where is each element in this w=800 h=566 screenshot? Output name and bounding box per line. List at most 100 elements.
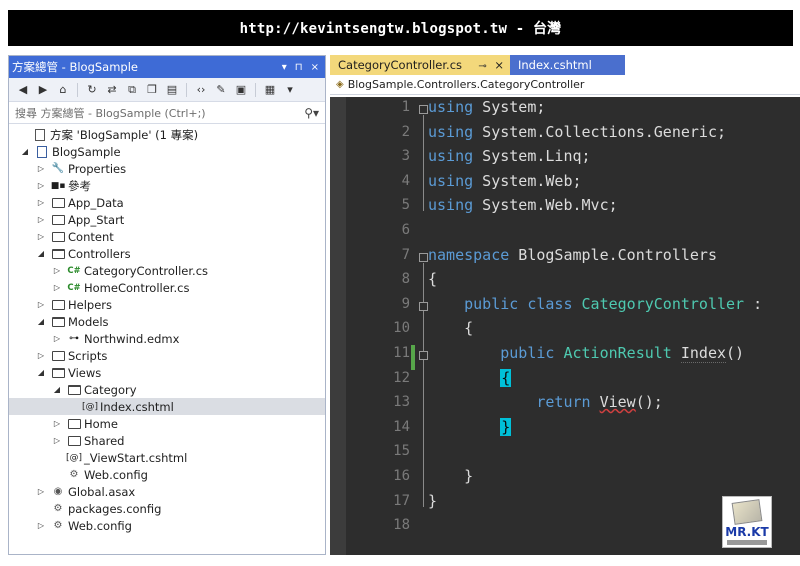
tree-item-label: CategoryController.cs xyxy=(84,263,209,278)
properties-icon[interactable]: ✎ xyxy=(213,82,229,98)
code-line[interactable]: { xyxy=(428,319,473,337)
show-all-icon[interactable]: ❐ xyxy=(144,82,160,98)
tree-item[interactable]: ▷ Home xyxy=(9,415,325,432)
tree-item[interactable]: ◢ BlogSample xyxy=(9,143,325,160)
tree-item-label: HomeController.cs xyxy=(84,280,190,295)
code-line[interactable]: } xyxy=(428,492,437,510)
code-line[interactable]: using System; xyxy=(428,98,545,116)
tree-item[interactable]: ◢ Category xyxy=(9,381,325,398)
tree-item[interactable]: ▷ App_Start xyxy=(9,211,325,228)
expanded-arrow-icon[interactable]: ◢ xyxy=(37,317,45,326)
tree-item[interactable]: ▷ C# CategoryController.cs xyxy=(9,262,325,279)
tree-item[interactable]: ⚙ Web.config xyxy=(9,466,325,483)
code-token: using xyxy=(428,147,474,166)
tree-item[interactable]: ▷ 🔧 Properties xyxy=(9,160,325,177)
tab-close-icon[interactable]: × xyxy=(494,58,504,72)
code-line[interactable]: namespace BlogSample.Controllers xyxy=(428,246,717,264)
code-line[interactable]: } xyxy=(428,417,512,436)
tree-item[interactable]: ▷ Shared xyxy=(9,432,325,449)
collapsed-arrow-icon[interactable]: ▷ xyxy=(53,436,61,445)
mrkt-logo: MR.KT xyxy=(722,496,772,548)
expanded-arrow-icon[interactable]: ◢ xyxy=(53,385,61,394)
code-token: { xyxy=(428,270,438,289)
tree-item[interactable]: [@] Index.cshtml xyxy=(9,398,325,415)
tree-item[interactable]: ▷ Scripts xyxy=(9,347,325,364)
solution-explorer-title-bar[interactable]: 方案總管 - BlogSample ▾ ⊓ × xyxy=(9,56,325,78)
panel-close-icon[interactable]: × xyxy=(311,62,319,73)
tree-item[interactable]: ▷ ◉ Global.asax xyxy=(9,483,325,500)
code-line[interactable]: public ActionResult Index() xyxy=(428,344,744,363)
new-view-icon[interactable]: ▦ xyxy=(262,82,278,98)
tree-item[interactable]: ▷ Helpers xyxy=(9,296,325,313)
home-icon[interactable]: ⌂ xyxy=(55,82,71,98)
code-line[interactable]: { xyxy=(428,368,512,387)
search-input[interactable]: 搜尋 方案總管 - BlogSample (Ctrl+;) xyxy=(15,105,206,121)
code-line[interactable]: using System.Collections.Generic; xyxy=(428,123,726,141)
tree-item[interactable]: ◢ Models xyxy=(9,313,325,330)
code-line[interactable]: using System.Web; xyxy=(428,172,582,190)
collapse-class-icon[interactable] xyxy=(419,301,428,311)
collapsed-arrow-icon[interactable]: ▷ xyxy=(37,521,45,530)
code-token: Index xyxy=(680,344,727,363)
view-designer-icon[interactable]: ▣ xyxy=(233,82,249,98)
collapse-usings-icon[interactable] xyxy=(419,105,428,114)
collapse-namespace-icon[interactable] xyxy=(419,252,428,262)
code-line[interactable]: { xyxy=(428,270,437,288)
panel-pin-icon[interactable]: ⊓ xyxy=(295,62,303,73)
code-token: View xyxy=(599,393,636,412)
collapsed-arrow-icon[interactable]: ▷ xyxy=(53,266,61,275)
code-line[interactable]: } xyxy=(428,467,473,485)
collapsed-arrow-icon[interactable]: ▷ xyxy=(37,300,45,309)
collapsed-arrow-icon[interactable]: ▷ xyxy=(53,334,61,343)
toolbar-overflow-icon[interactable]: ▾ xyxy=(282,82,298,98)
tree-item[interactable]: 方案 'BlogSample' (1 專案) xyxy=(9,126,325,143)
tree-item[interactable]: [@] _ViewStart.cshtml xyxy=(9,449,325,466)
panel-dropdown-icon[interactable]: ▾ xyxy=(282,62,287,73)
collapsed-arrow-icon[interactable]: ▷ xyxy=(37,232,45,241)
tree-item[interactable]: ◢ Controllers xyxy=(9,245,325,262)
tree-item[interactable]: ⚙ packages.config xyxy=(9,500,325,517)
tree-item[interactable]: ▷ Content xyxy=(9,228,325,245)
sync-icon[interactable]: ↻ xyxy=(84,82,100,98)
collapsed-arrow-icon[interactable]: ▷ xyxy=(37,181,45,190)
tab-index-cshtml[interactable]: Index.cshtml xyxy=(510,55,625,75)
collapse-method-icon[interactable] xyxy=(419,351,428,360)
tree-item[interactable]: ▷ App_Data xyxy=(9,194,325,211)
expanded-arrow-icon[interactable]: ◢ xyxy=(37,249,45,258)
collapsed-arrow-icon[interactable]: ▷ xyxy=(37,164,45,173)
tree-item[interactable]: ▷ ■▪ 參考 xyxy=(9,177,325,194)
search-icon[interactable]: ⚲▾ xyxy=(304,106,319,120)
tree-item[interactable]: ▷ ⊶ Northwind.edmx xyxy=(9,330,325,347)
code-area[interactable]: 1 using System; 2 using System.Collections.… xyxy=(330,97,800,555)
toolbar-divider xyxy=(255,82,256,97)
tab-category-controller[interactable]: CategoryController.cs ⊸ × xyxy=(330,55,510,75)
tree-item[interactable]: ◢ Views xyxy=(9,364,325,381)
expanded-arrow-icon[interactable]: ◢ xyxy=(37,368,45,377)
refresh-icon[interactable]: ⇄ xyxy=(104,82,120,98)
code-line[interactable]: public class CategoryController : xyxy=(428,295,762,313)
collapsed-arrow-icon[interactable]: ▷ xyxy=(37,198,45,207)
back-icon[interactable]: ◀ xyxy=(15,82,31,98)
solution-explorer-search[interactable]: 搜尋 方案總管 - BlogSample (Ctrl+;) ⚲▾ xyxy=(9,102,325,124)
code-token: BlogSample.Controllers xyxy=(509,245,717,264)
forward-icon[interactable]: ▶ xyxy=(35,82,51,98)
collapsed-arrow-icon[interactable]: ▷ xyxy=(37,487,45,496)
navigation-bar[interactable]: ◈ BlogSample.Controllers.CategoryControl… xyxy=(330,75,800,95)
tree-item[interactable]: ▷ ⚙ Web.config xyxy=(9,517,325,534)
collapsed-arrow-icon[interactable]: ▷ xyxy=(37,215,45,224)
code-line[interactable]: return View(); xyxy=(428,393,662,412)
collapsed-arrow-icon[interactable]: ▷ xyxy=(53,419,61,428)
code-token: using xyxy=(428,196,474,215)
collapsed-arrow-icon[interactable]: ▷ xyxy=(37,351,45,360)
code-icon[interactable]: ‹› xyxy=(193,82,209,98)
expanded-arrow-icon[interactable]: ◢ xyxy=(21,147,29,156)
tree-item[interactable]: ▷ C# HomeController.cs xyxy=(9,279,325,296)
config-file-icon: ⚙ xyxy=(69,469,79,480)
collapsed-arrow-icon[interactable]: ▷ xyxy=(53,283,61,292)
preview-icon[interactable]: ▤ xyxy=(164,82,180,98)
tab-pin-icon[interactable]: ⊸ xyxy=(478,61,486,72)
collapse-icon[interactable]: ⧉ xyxy=(124,82,140,98)
code-line[interactable]: using System.Linq; xyxy=(428,147,591,165)
code-line[interactable]: using System.Web.Mvc; xyxy=(428,196,618,214)
